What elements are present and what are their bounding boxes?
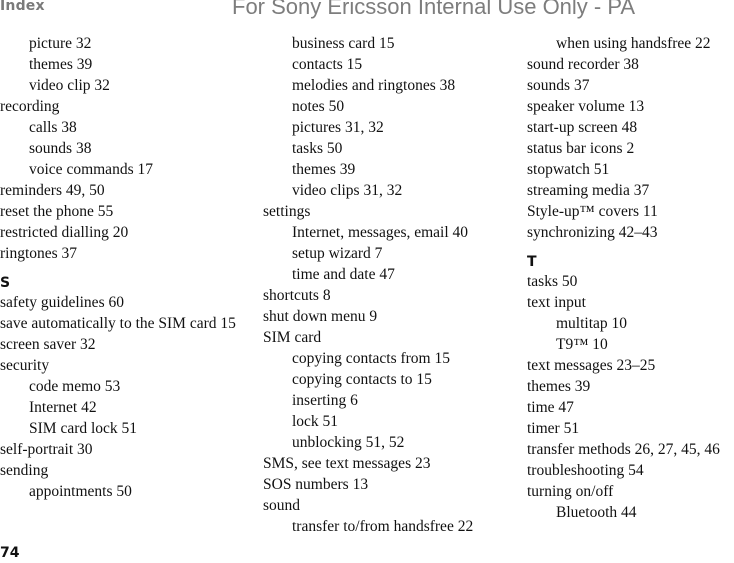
index-entry: status bar icons 2 (527, 140, 635, 157)
index-subentry: unblocking 51, 52 (292, 434, 405, 451)
index-subentry: inserting 6 (292, 392, 358, 409)
index-entry: text messages 23–25 (527, 357, 656, 374)
index-entry: SIM card (263, 329, 322, 346)
index-entry: settings (263, 203, 311, 220)
index-entry: transfer methods 26, 27, 45, 46 (527, 441, 720, 458)
index-entry: turning on/off (527, 483, 614, 500)
index-entry: sending (0, 462, 49, 479)
index-entry: screen saver 32 (0, 336, 96, 353)
watermark: For Sony Ericsson Internal Use Only - PA (232, 0, 636, 19)
section-letter: S (0, 275, 11, 291)
index-entry: streaming media 37 (527, 182, 650, 199)
index-subentry: themes 39 (292, 161, 356, 178)
index-entry: text input (527, 294, 586, 311)
index-subentry: appointments 50 (29, 483, 132, 500)
index-subentry: melodies and ringtones 38 (292, 77, 456, 94)
index-entry: restricted dialling 20 (0, 224, 129, 241)
index-subentry: themes 39 (29, 56, 93, 73)
index-column-3: when using handsfree 22 sound recorder 38… (527, 33, 734, 523)
index-entry: tasks 50 (527, 273, 578, 290)
index-entry: recording (0, 98, 60, 115)
index-subentry: SIM card lock 51 (29, 420, 138, 437)
index-column-1: picture 32 themes 39 video clip 32 recordin… (0, 33, 245, 502)
index-entry: security (0, 357, 50, 374)
index-entry: shut down menu 9 (263, 308, 378, 325)
index-entry: Style-up™ covers 11 (527, 203, 658, 220)
index-subentry: sounds 38 (29, 140, 92, 157)
index-subentry: video clip 32 (29, 77, 110, 94)
index-entry: speaker volume 13 (527, 98, 645, 115)
index-subentry: business card 15 (292, 35, 395, 52)
index-subentry: pictures 31, 32 (292, 119, 384, 136)
index-entry: synchronizing 42–43 (527, 224, 658, 241)
section-letter: T (527, 254, 537, 270)
index-entry: themes 39 (527, 378, 591, 395)
index-subentry: when using handsfree 22 (556, 35, 711, 52)
index-entry: sound recorder 38 (527, 56, 639, 73)
index-subentry: copying contacts from 15 (292, 350, 450, 367)
index-subentry: Internet 42 (29, 399, 97, 416)
index-subentry: multitap 10 (556, 315, 628, 332)
index-subentry: contacts 15 (292, 56, 363, 73)
index-entry: stopwatch 51 (527, 161, 610, 178)
index-subentry: T9™ 10 (556, 336, 608, 353)
index-entry: SMS, see text messages 23 (263, 455, 431, 472)
index-subentry: code memo 53 (29, 378, 121, 395)
index-subentry: calls 38 (29, 119, 77, 136)
index-entry: timer 51 (527, 420, 580, 437)
index-subentry: tasks 50 (292, 140, 343, 157)
index-subentry: video clips 31, 32 (292, 182, 403, 199)
index-entry: reset the phone 55 (0, 203, 114, 220)
index-entry: safety guidelines 60 (0, 294, 124, 311)
index-entry: self-portrait 30 (0, 441, 93, 458)
index-entry: SOS numbers 13 (263, 476, 369, 493)
index-subentry: Bluetooth 44 (556, 504, 637, 521)
index-subentry: setup wizard 7 (292, 245, 383, 262)
index-entry: save automatically to the SIM card 15 (0, 315, 236, 332)
index-entry: reminders 49, 50 (0, 182, 105, 199)
index-subentry: lock 51 (292, 413, 339, 430)
index-column-2: business card 15 contacts 15 melodies and … (263, 33, 508, 537)
index-entry: troubleshooting 54 (527, 462, 644, 479)
index-entry: time 47 (527, 399, 574, 416)
index-subentry: time and date 47 (292, 266, 395, 283)
page-number: 74 (0, 545, 20, 561)
index-entry: sound (263, 497, 301, 514)
index-subentry: notes 50 (292, 98, 345, 115)
index-entry: ringtones 37 (0, 245, 78, 262)
index-entry: start-up screen 48 (527, 119, 638, 136)
index-subentry: transfer to/from handsfree 22 (292, 518, 474, 535)
index-subentry: voice commands 17 (29, 161, 153, 178)
index-subentry: Internet, messages, email 40 (292, 224, 469, 241)
index-entry: shortcuts 8 (263, 287, 331, 304)
page-header-title: Index (0, 0, 45, 14)
index-subentry: copying contacts to 15 (292, 371, 432, 388)
index-entry: sounds 37 (527, 77, 590, 94)
index-subentry: picture 32 (29, 35, 92, 52)
